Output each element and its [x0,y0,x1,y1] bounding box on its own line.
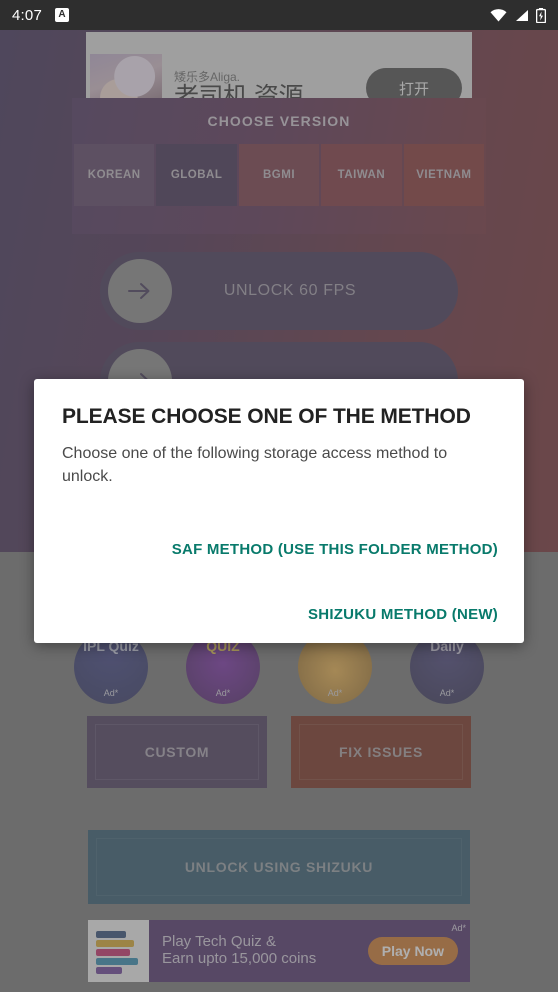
battery-charging-icon [536,7,546,23]
signal-icon [514,9,529,22]
status-bar-right [490,7,546,23]
wifi-icon [490,8,507,22]
status-time: 4:07 [12,6,42,24]
saf-method-button[interactable]: SAF METHOD (USE THIS FOLDER METHOD) [166,531,504,568]
choose-method-dialog: PLEASE CHOOSE ONE OF THE METHOD Choose o… [34,379,524,643]
shizuku-method-button[interactable]: SHIZUKU METHOD (NEW) [302,596,504,633]
dialog-actions: SAF METHOD (USE THIS FOLDER METHOD) SHIZ… [34,531,524,643]
phone-screen: 4:07 A 矮乐多Aliga. 老司机.资 [0,0,558,992]
app-notification-icon: A [55,8,69,22]
status-bar: 4:07 A [0,0,558,30]
dialog-message: Choose one of the following storage acce… [62,445,448,485]
status-bar-left: 4:07 A [12,7,69,24]
dialog-title: PLEASE CHOOSE ONE OF THE METHOD [62,405,471,428]
